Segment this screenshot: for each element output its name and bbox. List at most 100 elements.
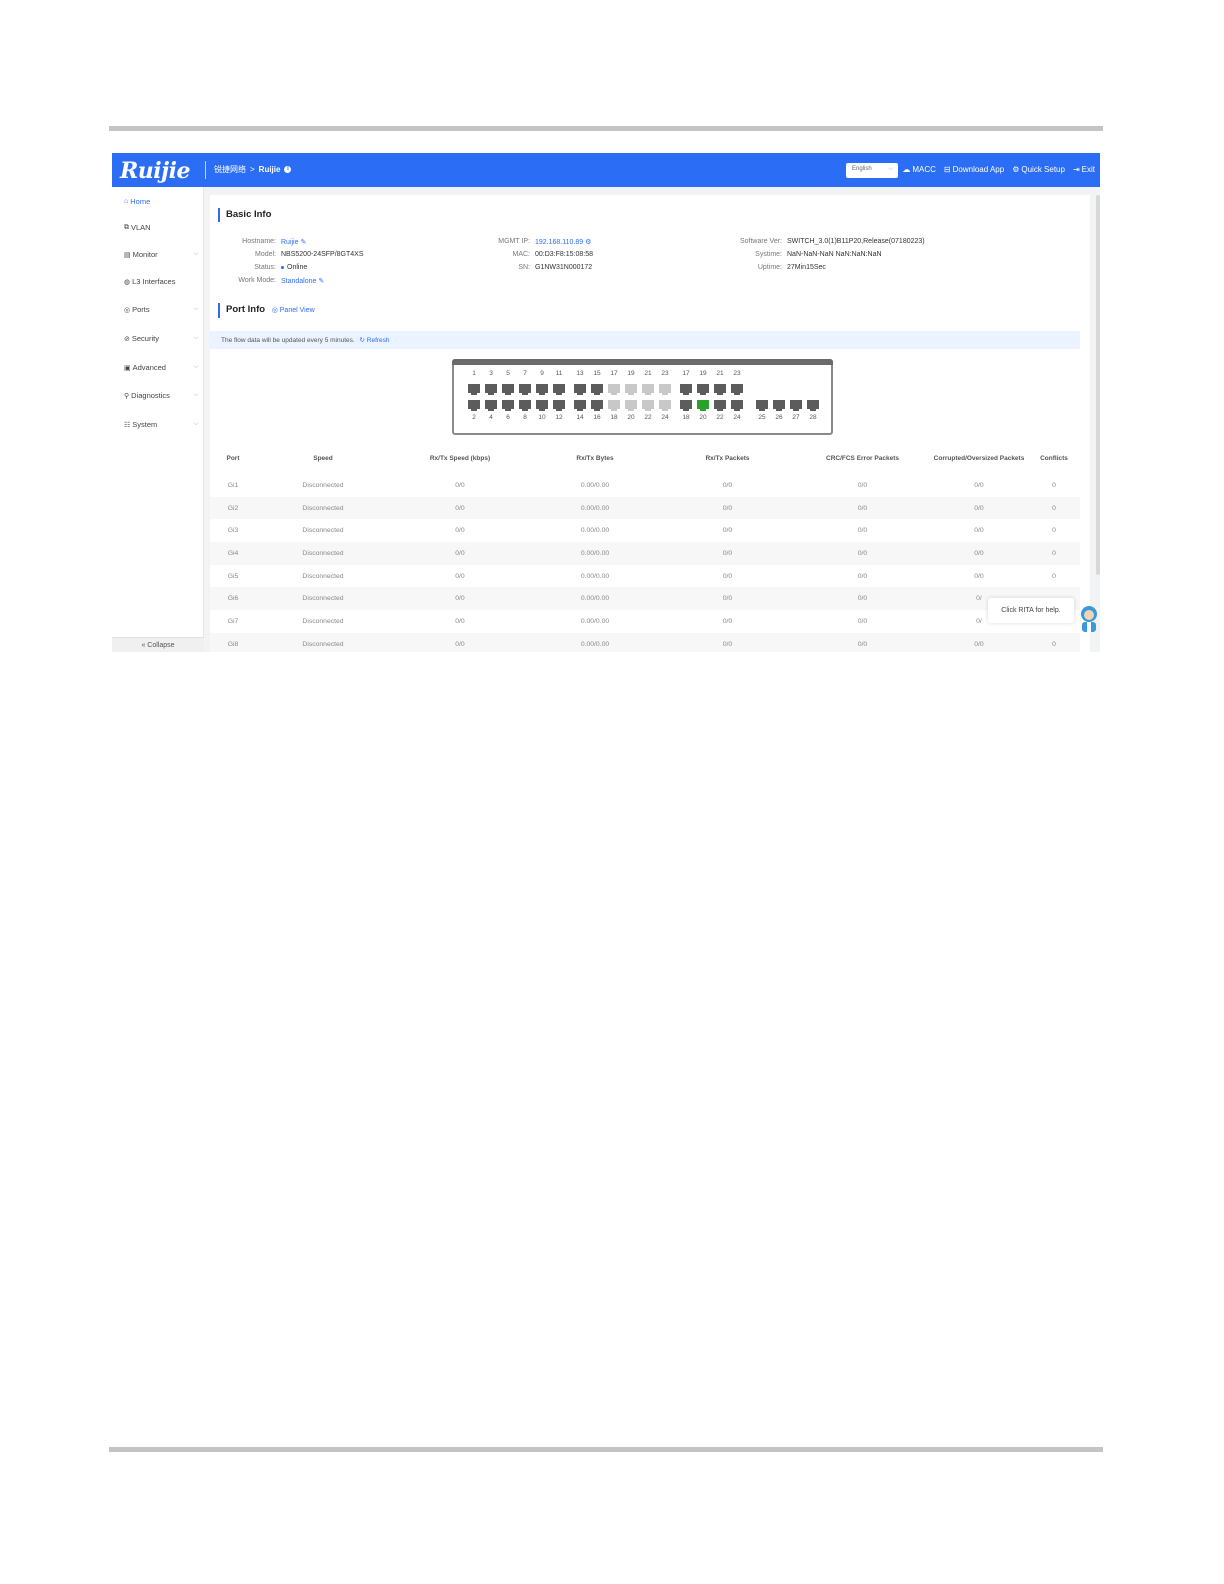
sn-value: G1NW31N000172 [535,264,593,271]
switch-port[interactable] [697,400,709,411]
sidebar-item-label: Advanced [132,363,166,372]
switch-port[interactable] [468,384,480,395]
table-row[interactable]: Gi5 Disconnected 0/0 0.00/0.00 0/0 0/0 0/0 0 [210,565,1080,588]
sidebar-item-advanced[interactable]: ▣ Advanced ⌵ [124,363,198,372]
sidebar-item-security[interactable]: ⊘ Security ⌵ [124,334,198,343]
panel-view-link[interactable]: ◎ Panel View [272,307,315,314]
table-cell: 0.00/0.00 [580,481,610,489]
breadcrumb-network[interactable]: 锐捷网络 [214,164,246,175]
table-row[interactable]: Gi6 Disconnected 0/0 0.00/0.00 0/0 0/0 0/ [210,587,1080,611]
table-cell: 0/0 [974,481,984,489]
quick-setup-link[interactable]: ⚙ Quick Setup [1012,165,1065,174]
switch-port[interactable] [714,384,726,395]
table-row[interactable]: Gi2 Disconnected 0/0 0.00/0.00 0/0 0/0 0/0 0 [210,496,1080,520]
switch-port[interactable] [502,384,514,395]
port-number-label: 19 [699,370,707,377]
table-row[interactable]: Gi3 Disconnected 0/0 0.00/0.00 0/0 0/0 0/0 0 [210,519,1080,542]
table-cell: Disconnected [302,595,344,603]
sidebar-item-monitor[interactable]: ▤ Monitor ⌵ [124,250,198,259]
refresh-link[interactable]: ↻ Refresh [360,337,390,344]
download-app-link[interactable]: ⊟ Download App [944,165,1004,174]
switch-port[interactable] [502,400,514,411]
switch-port[interactable] [773,400,785,411]
table-row[interactable]: Gi4 Disconnected 0/0 0.00/0.00 0/0 0/0 0/0 0 [210,542,1080,565]
sidebar-item-vlan[interactable]: ⧉ VLAN [124,223,198,232]
mgmt-ip-value[interactable]: 192.168.110.89 ⚙ [535,238,591,246]
table-cell: 0/0 [857,549,868,557]
rita-tooltip[interactable]: Click RITA for help. [988,598,1074,623]
hostname-value[interactable]: Ruijie ✎ [281,238,306,246]
switch-port[interactable] [697,384,709,395]
switch-port[interactable] [553,384,565,395]
exit-label: Exit [1081,165,1095,174]
home-panel: Basic Info Hostname: Ruijie ✎ Model: NBS… [210,195,1090,652]
table-row[interactable]: Gi1 Disconnected 0/0 0.00/0.00 0/0 0/0 0/0 0 [210,474,1080,497]
switch-port[interactable] [591,400,603,411]
l3-icon: ◍ [124,278,131,286]
switch-port[interactable] [519,400,531,411]
switch-port[interactable] [790,400,802,411]
table-row[interactable]: Gi8 Disconnected 0/0 0.00/0.00 0/0 0/0 0/0 0 [210,632,1080,652]
column-header: Conflicts [1040,455,1068,462]
switch-port[interactable] [714,400,726,411]
security-icon: ⊘ [124,335,130,343]
language-select[interactable]: English ⌵ [846,163,898,178]
edit-icon[interactable]: ✎ [318,278,324,285]
panel-view-label: Panel View [279,307,315,314]
table-cell: 0/0 [722,504,733,512]
switch-port[interactable] [680,400,692,411]
vertical-scrollbar[interactable] [1096,195,1100,575]
settings-icon[interactable]: ⚙ [585,239,591,246]
table-cell: Gi2 [227,504,239,512]
sidebar-item-ports[interactable]: ◎ Ports ⌵ [124,305,198,314]
switch-port[interactable] [591,384,603,395]
table-cell: 0/0 [455,572,465,580]
port-number-label: 24 [661,414,669,421]
switch-port[interactable] [731,400,743,411]
switch-port[interactable] [574,384,586,395]
switch-port[interactable] [553,400,565,411]
sidebar-item-l3-interfaces[interactable]: ◍ L3 Interfaces [124,277,198,286]
table-cell: 0/0 [857,572,868,580]
ruijie-logo[interactable]: Ruijie [120,158,190,184]
switch-port[interactable] [642,400,654,411]
collapse-button[interactable]: « Collapse [112,637,204,652]
breadcrumb-hostname[interactable]: Ruijie [259,165,281,174]
switch-port[interactable] [574,400,586,411]
info-icon[interactable]: i [284,166,292,173]
chevron-down-icon: ⌵ [193,392,198,398]
table-row[interactable]: Gi7 Disconnected 0/0 0.00/0.00 0/0 0/0 0/ [210,610,1080,633]
switch-port[interactable] [608,400,620,411]
sidebar-item-home[interactable]: ⌂ Home [124,197,198,206]
switch-port[interactable] [731,384,743,395]
rita-avatar-icon[interactable] [1078,604,1100,632]
switch-port[interactable] [608,384,620,395]
workmode-value[interactable]: Standalone ✎ [281,277,324,285]
sidebar-item-diagnostics[interactable]: ⚲ Diagnostics ⌵ [124,391,198,400]
switch-port[interactable] [536,400,548,411]
switch-port[interactable] [625,400,637,411]
advanced-icon: ▣ [124,364,131,372]
switch-port[interactable] [536,384,548,395]
mac-value: 00:D3:F8:15:08:58 [535,251,593,258]
switch-port[interactable] [468,400,480,411]
switch-port[interactable] [680,384,692,395]
switch-port[interactable] [659,384,671,395]
switch-port[interactable] [519,384,531,395]
edit-icon[interactable]: ✎ [300,239,306,246]
table-cell: 0/0 [722,481,733,489]
switch-port[interactable] [659,400,671,411]
download-app-label: Download App [952,165,1005,174]
port-number-label: 17 [610,370,618,377]
exit-link[interactable]: ⇥ Exit [1073,165,1095,174]
switch-port[interactable] [485,384,497,395]
switch-port[interactable] [807,400,819,411]
sidebar-item-system[interactable]: ☷ System ⌵ [124,420,198,429]
macc-link[interactable]: ☁ MACC [902,165,936,174]
switch-port[interactable] [756,400,768,411]
switch-port[interactable] [625,384,637,395]
switch-port[interactable] [485,400,497,411]
switch-port[interactable] [642,384,654,395]
sidebar-item-label: System [132,420,158,429]
home-icon: ⌂ [124,198,129,205]
